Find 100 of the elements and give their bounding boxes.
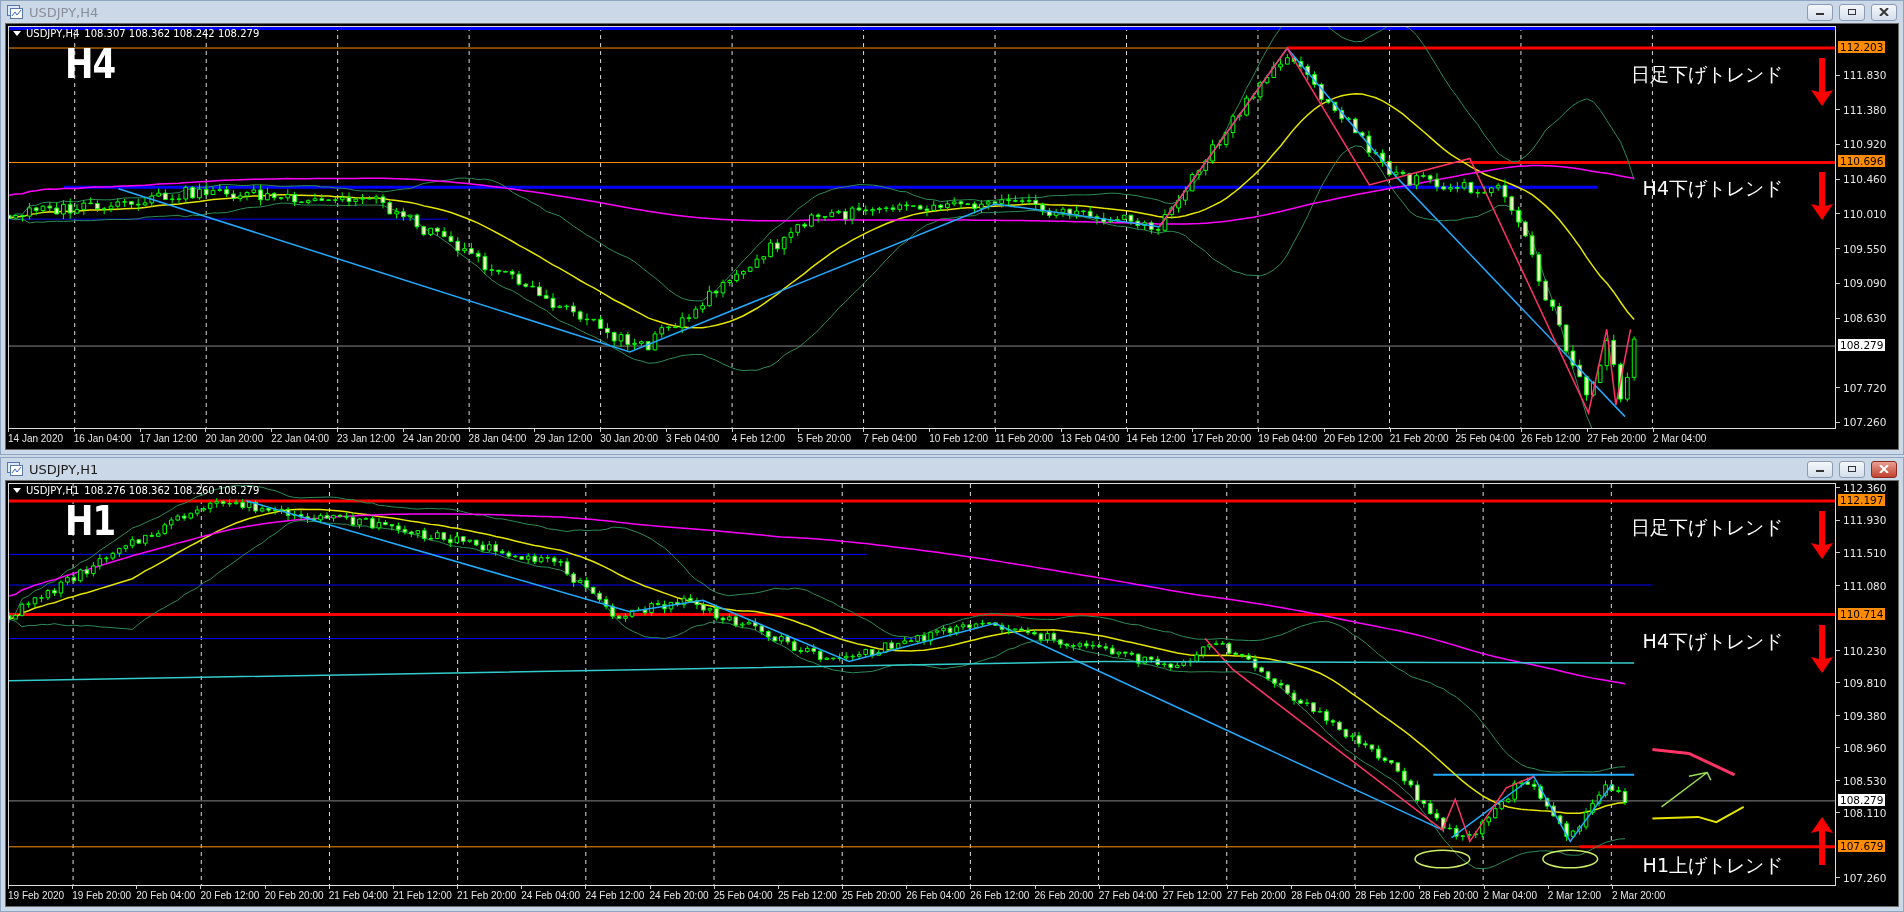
- price-label: 110.230: [1843, 644, 1887, 657]
- time-label: 23 Jan 12:00: [337, 432, 396, 445]
- price-tag: 110.714: [1838, 607, 1886, 620]
- time-label: 21 Feb 20:00: [1389, 432, 1450, 445]
- time-label: 25 Feb 04:00: [1455, 432, 1516, 445]
- time-label: 27 Feb 20:00: [1226, 889, 1287, 902]
- price-label: 109.380: [1843, 709, 1887, 722]
- restore-button[interactable]: [1839, 460, 1865, 478]
- chart-symbol: USDJPY,H1: [26, 485, 80, 496]
- time-label: 26 Feb 12:00: [1521, 432, 1582, 445]
- price-label: 111.380: [1843, 103, 1887, 116]
- restore-button[interactable]: [1839, 3, 1865, 21]
- price-label: 111.930: [1843, 514, 1887, 527]
- time-label: 2 Mar 12:00: [1547, 889, 1603, 902]
- time-label: 22 Jan 04:00: [271, 432, 330, 445]
- time-label: 14 Feb 12:00: [1126, 432, 1187, 445]
- time-label: 21 Feb 20:00: [457, 889, 518, 902]
- time-label: 16 Jan 04:00: [73, 432, 133, 445]
- time-label: 27 Feb 20:00: [1587, 432, 1648, 445]
- chart-icon: [7, 5, 23, 19]
- time-label: 25 Feb 04:00: [713, 889, 774, 902]
- minimize-button[interactable]: [1807, 3, 1833, 21]
- time-label: 20 Feb 12:00: [200, 889, 261, 902]
- price-label: 107.260: [1843, 871, 1887, 884]
- timeframe-label: H4: [65, 41, 116, 87]
- time-label: 20 Feb 04:00: [136, 889, 197, 902]
- time-label: 19 Feb 20:00: [72, 889, 133, 902]
- time-label: 24 Feb 04:00: [521, 889, 582, 902]
- time-label: 14 Jan 2020: [8, 432, 65, 445]
- price-tag: 112.197: [1838, 494, 1886, 507]
- trend-annotation: H1上げトレンド: [1642, 852, 1783, 878]
- price-label: 108.960: [1843, 741, 1887, 754]
- price-label: 110.460: [1843, 173, 1887, 186]
- time-label: 28 Jan 04:00: [468, 432, 528, 445]
- price-label: 111.830: [1843, 69, 1887, 82]
- price-tag: 110.696: [1838, 155, 1886, 168]
- time-label: 2 Mar 20:00: [1611, 889, 1667, 902]
- price-label: 109.090: [1843, 277, 1887, 290]
- price-label: 107.260: [1843, 416, 1887, 429]
- time-label: 26 Feb 20:00: [1034, 889, 1095, 902]
- time-label: 26 Feb 12:00: [970, 889, 1031, 902]
- chart-quotes: 108.276 108.362 108.260 108.279: [84, 485, 260, 496]
- time-label: 20 Jan 20:00: [205, 432, 265, 445]
- restore-icon: [1847, 8, 1857, 16]
- time-label: 30 Jan 20:00: [600, 432, 659, 445]
- dropdown-triangle-icon[interactable]: [13, 31, 21, 36]
- close-icon: [1879, 465, 1889, 473]
- price-label: 108.110: [1843, 806, 1887, 819]
- time-label: 24 Feb 20:00: [649, 889, 710, 902]
- time-label: 11 Feb 20:00: [994, 432, 1055, 445]
- chart-symbol: USDJPY,H4: [26, 28, 80, 39]
- time-label: 17 Feb 20:00: [1192, 432, 1253, 445]
- time-label: 20 Feb 12:00: [1323, 432, 1384, 445]
- price-label: 109.550: [1843, 242, 1887, 255]
- time-label: 25 Feb 20:00: [842, 889, 902, 902]
- close-button[interactable]: [1871, 460, 1897, 478]
- trend-annotation: 日足下げトレンド: [1631, 62, 1783, 88]
- time-label: 25 Feb 12:00: [777, 889, 838, 902]
- price-label: 110.010: [1843, 207, 1887, 220]
- time-label: 13 Feb 04:00: [1060, 432, 1121, 445]
- price-label: 110.920: [1843, 138, 1887, 151]
- time-label: 21 Feb 12:00: [392, 889, 453, 902]
- time-label: 5 Feb 20:00: [797, 432, 852, 445]
- time-label: 27 Feb 12:00: [1162, 889, 1223, 902]
- price-label: 107.720: [1843, 381, 1887, 394]
- time-label: 3 Feb 04:00: [665, 432, 721, 445]
- time-label: 28 Feb 04:00: [1291, 889, 1352, 902]
- time-label: 27 Feb 04:00: [1098, 889, 1159, 902]
- dropdown-triangle-icon[interactable]: [13, 488, 21, 493]
- time-label: 2 Mar 04:00: [1652, 432, 1708, 445]
- price-tag: 107.679: [1838, 839, 1886, 852]
- time-label: 21 Feb 04:00: [328, 889, 389, 902]
- restore-icon: [1847, 465, 1857, 473]
- price-label: 112.360: [1843, 481, 1887, 494]
- price-tag: 108.279: [1838, 339, 1886, 352]
- time-label: 20 Feb 20:00: [264, 889, 325, 902]
- time-label: 2 Mar 04:00: [1483, 889, 1538, 902]
- price-label: 109.810: [1843, 676, 1887, 689]
- close-button[interactable]: [1871, 3, 1897, 21]
- time-label: 28 Feb 12:00: [1355, 889, 1416, 902]
- chart-quotes: 108.307 108.362 108.242 108.279: [84, 28, 260, 39]
- price-tag: 112.203: [1838, 41, 1886, 54]
- price-tag: 108.279: [1838, 793, 1886, 806]
- price-label: 111.080: [1843, 579, 1887, 592]
- timeframe-label: H1: [65, 498, 116, 544]
- price-label: 108.530: [1843, 774, 1887, 787]
- window-title: USDJPY,H1: [29, 461, 100, 477]
- price-label: 108.630: [1843, 312, 1887, 325]
- trend-annotation: 日足下げトレンド: [1631, 515, 1783, 541]
- time-label: 28 Feb 20:00: [1419, 889, 1480, 902]
- close-icon: [1879, 8, 1889, 16]
- trend-annotation: H4下げトレンド: [1642, 628, 1783, 654]
- window-title: USDJPY,H4: [29, 4, 100, 20]
- time-label: 19 Feb 04:00: [1258, 432, 1319, 445]
- chart-icon: [7, 462, 23, 476]
- time-label: 24 Feb 12:00: [585, 889, 646, 902]
- time-label: 7 Feb 04:00: [863, 432, 918, 445]
- minimize-button[interactable]: [1807, 460, 1833, 478]
- time-label: 4 Feb 12:00: [731, 432, 787, 445]
- trend-annotation: H4下げトレンド: [1642, 176, 1783, 202]
